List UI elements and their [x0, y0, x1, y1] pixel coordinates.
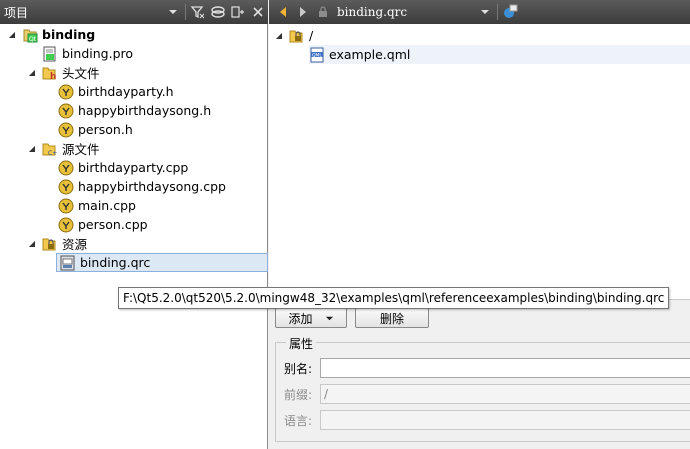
header-folder-icon: h [42, 65, 58, 82]
add-button[interactable]: 添加 [275, 308, 347, 328]
tree-item-sources[interactable]: ◢ C++ 源文件 [26, 139, 100, 158]
file-path-tooltip: F:\Qt5.2.0\qt520\5.2.0\mingw48_32\exampl… [118, 287, 670, 309]
svg-text:QML: QML [312, 52, 322, 58]
chevron-down-icon[interactable] [163, 2, 183, 22]
group-title: 属性 [286, 335, 317, 352]
expand-arrow-icon[interactable]: ◢ [273, 30, 285, 42]
tree-item-headers[interactable]: ◢ h 头文件 [26, 63, 100, 82]
pro-file-icon [42, 46, 58, 62]
expand-arrow-icon[interactable]: ◢ [6, 29, 18, 41]
prefix-input[interactable]: / [320, 384, 690, 404]
chevron-down-icon [325, 316, 333, 320]
properties-group: 属性 别名: 前缀: / 语言: [275, 335, 690, 442]
language-label: 语言: [284, 414, 313, 428]
source-folder-icon: C++ [42, 141, 62, 157]
toolbar-separator [185, 4, 186, 20]
qrc-file-icon [60, 255, 76, 271]
tree-item-qrc-selected[interactable]: binding.qrc [56, 253, 268, 272]
alias-input[interactable] [320, 358, 690, 378]
prefix-folder-icon [289, 28, 305, 44]
split-icon[interactable] [228, 2, 248, 22]
expand-arrow-icon[interactable]: ◢ [26, 238, 38, 250]
header-file-icon [58, 103, 74, 119]
split-editor-icon[interactable] [500, 2, 520, 22]
svg-text:h: h [50, 72, 56, 81]
qml-file-icon: QML [309, 47, 325, 63]
sync-link-icon[interactable] [208, 2, 228, 22]
tree-item-pro-file[interactable]: binding.pro [26, 44, 133, 63]
tree-item-file[interactable]: happybirthdaysong.h [42, 101, 211, 120]
tree-item-file[interactable]: person.h [42, 120, 133, 139]
tree-item-file[interactable]: birthdayparty.cpp [42, 158, 188, 177]
resource-properties-panel: 添加 删除 属性 别名: 前缀: / 语言: [269, 299, 690, 449]
alias-label: 别名: [284, 362, 313, 376]
project-name: binding [42, 27, 96, 42]
prefix-label: 前缀: [284, 388, 313, 402]
resource-folder-icon [42, 236, 58, 252]
tree-item-file[interactable]: main.cpp [42, 196, 136, 215]
tree-item-resources[interactable]: ◢ 资源 [26, 234, 87, 253]
header-file-icon [58, 84, 74, 100]
file-combo[interactable]: binding.qrc [337, 5, 475, 19]
tree-item-file[interactable]: person.cpp [42, 215, 148, 234]
back-arrow-icon[interactable] [273, 2, 293, 22]
tree-item-project[interactable]: ◢ Qt binding [6, 25, 95, 44]
expand-arrow-icon[interactable]: ◢ [26, 67, 38, 79]
resource-editor: binding.qrc ◢ / QML example.qml 添加 删除 属性… [269, 0, 690, 449]
project-panel: 项目 ◢ Qt binding binding.pro ◢ h 头文件 birt… [0, 0, 268, 449]
svg-text:Qt: Qt [29, 36, 37, 43]
editor-toolbar: binding.qrc [269, 0, 690, 24]
source-file-icon [58, 179, 74, 195]
lock-icon [313, 2, 333, 22]
filter-icon[interactable] [188, 2, 208, 22]
qt-project-icon: Qt [22, 27, 38, 43]
toolbar-separator [497, 4, 498, 20]
project-toolbar: 项目 [0, 0, 268, 24]
panel-title: 项目 [4, 5, 29, 20]
tree-item-file[interactable]: birthdayparty.h [42, 82, 174, 101]
language-input[interactable] [320, 410, 690, 430]
forward-arrow-icon[interactable] [293, 2, 313, 22]
tree-item-qml-file[interactable]: QML example.qml [309, 45, 690, 64]
delete-button[interactable]: 删除 [355, 308, 429, 328]
header-file-icon [58, 122, 74, 138]
tree-item-prefix[interactable]: ◢ / [273, 26, 313, 45]
expand-arrow-icon[interactable]: ◢ [26, 143, 38, 155]
source-file-icon [58, 198, 74, 214]
svg-text:C++: C++ [48, 150, 58, 157]
chevron-down-icon[interactable] [475, 2, 495, 22]
source-file-icon [58, 217, 74, 233]
tree-item-file[interactable]: happybirthdaysong.cpp [42, 177, 226, 196]
source-file-icon [58, 160, 74, 176]
close-icon[interactable] [248, 2, 268, 22]
resource-tree: ◢ / QML example.qml [269, 24, 690, 299]
